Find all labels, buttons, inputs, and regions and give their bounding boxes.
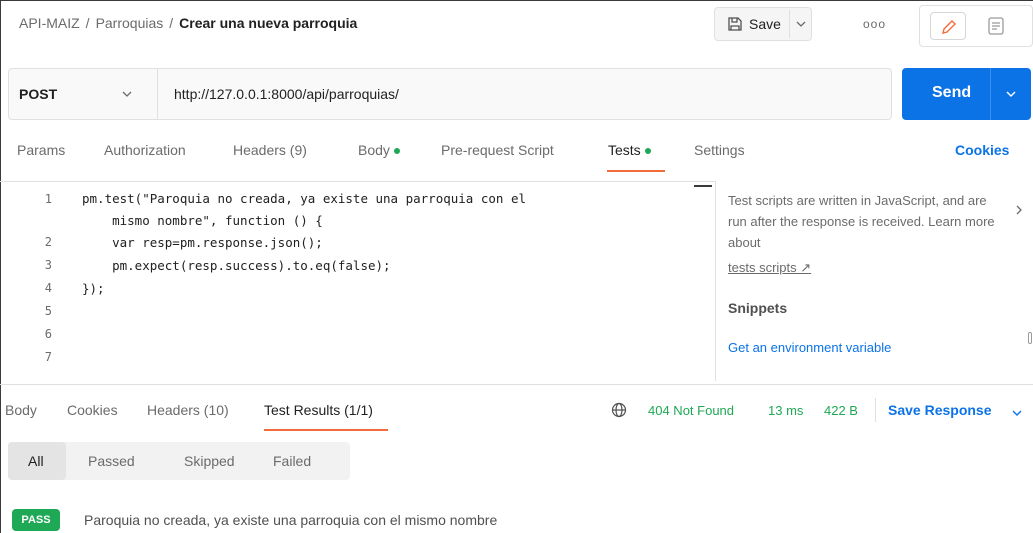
- save-button-label: Save: [749, 16, 781, 32]
- chevron-down-icon[interactable]: [121, 88, 133, 100]
- save-response-button[interactable]: Save Response: [888, 402, 992, 418]
- tests-info-panel: Test scripts are written in JavaScript, …: [728, 190, 1008, 355]
- breadcrumb-folder[interactable]: Parroquias: [96, 15, 164, 31]
- snippets-title: Snippets: [728, 300, 788, 316]
- cookies-link[interactable]: Cookies: [955, 142, 1009, 158]
- filter-all[interactable]: All: [28, 453, 44, 469]
- response-tab-cookies[interactable]: Cookies: [67, 402, 118, 418]
- divider: [789, 10, 790, 38]
- url-input[interactable]: http://127.0.0.1:8000/api/parroquias/: [174, 86, 399, 102]
- tests-scripts-link[interactable]: tests scripts ↗: [728, 260, 811, 276]
- line-number: 2: [44, 235, 52, 249]
- test-results-filter: All Passed Skipped Failed: [8, 442, 350, 480]
- response-tab-body[interactable]: Body: [5, 402, 37, 418]
- status-dot: [393, 148, 400, 155]
- filter-passed[interactable]: Passed: [88, 453, 135, 469]
- code-line: pm.expect(resp.success).to.eq(false);: [82, 258, 391, 273]
- active-tab-indicator: [264, 429, 388, 431]
- line-number: 6: [44, 327, 52, 341]
- line-number: 4: [44, 281, 52, 295]
- method-select[interactable]: POST: [19, 86, 57, 102]
- breadcrumb: API-MAIZ / Parroquias / Crear una nueva parr…: [19, 15, 357, 31]
- response-time[interactable]: 13 ms: [768, 403, 803, 418]
- test-result-name: Paroquia no creada, ya existe una parroq…: [84, 512, 498, 528]
- divider: [990, 68, 991, 120]
- breadcrumb-separator: /: [169, 15, 174, 31]
- save-icon: [728, 17, 742, 31]
- tab-body-label: Body: [358, 142, 390, 158]
- tab-settings[interactable]: Settings: [694, 142, 745, 158]
- request-header: API-MAIZ / Parroquias / Crear una nueva parr…: [1, 1, 1033, 53]
- tab-pre-request-script[interactable]: Pre-request Script: [441, 142, 554, 158]
- line-number: 5: [44, 304, 52, 318]
- divider: [0, 384, 1033, 385]
- chevron-down-icon[interactable]: [1005, 88, 1017, 100]
- tests-description: Test scripts are written in JavaScript, …: [728, 193, 995, 250]
- test-script-editor[interactable]: 1 2 3 4 5 6 7 pm.test("Paroquia no cread…: [0, 181, 716, 381]
- tab-body[interactable]: Body: [358, 142, 400, 158]
- response-size[interactable]: 422 B: [824, 403, 858, 418]
- code-line: var resp=pm.response.json();: [82, 235, 323, 250]
- edit-button[interactable]: [930, 12, 966, 40]
- save-button[interactable]: Save: [714, 7, 812, 41]
- pencil-icon: [942, 20, 956, 34]
- filter-skipped[interactable]: Skipped: [184, 453, 235, 469]
- more-actions-button[interactable]: ooo: [863, 17, 886, 31]
- line-number: 3: [44, 258, 52, 272]
- documentation-icon[interactable]: [986, 16, 1006, 36]
- code-line: });: [82, 281, 105, 296]
- tab-authorization[interactable]: Authorization: [104, 142, 186, 158]
- chevron-down-icon[interactable]: [795, 18, 807, 30]
- status-badge: PASS: [12, 509, 60, 531]
- divider: [875, 398, 876, 422]
- response-tab-test-results[interactable]: Test Results (1/1): [264, 402, 373, 418]
- response-status[interactable]: 404 Not Found: [648, 403, 734, 418]
- send-button[interactable]: Send: [902, 68, 1031, 120]
- tab-tests-label: Tests: [608, 142, 641, 158]
- status-dot: [644, 148, 651, 155]
- right-toolbar: [919, 5, 1033, 47]
- line-number: 7: [44, 350, 52, 364]
- code-line: mismo nombre", function () {: [82, 213, 323, 228]
- response-tab-headers[interactable]: Headers (10): [147, 402, 229, 418]
- active-tab-indicator: [607, 170, 665, 172]
- request-tabs: Params Authorization Headers (9) Body Pr…: [0, 142, 1033, 172]
- globe-icon[interactable]: [611, 402, 627, 418]
- line-number: 1: [44, 192, 52, 206]
- breadcrumb-separator: /: [85, 15, 90, 31]
- divider: [157, 69, 158, 119]
- request-url-bar: POST http://127.0.0.1:8000/api/parroquia…: [8, 68, 892, 120]
- tab-tests[interactable]: Tests: [608, 142, 651, 158]
- send-button-label: Send: [932, 84, 972, 101]
- editor-scrollbar[interactable]: [694, 185, 712, 187]
- snippet-item[interactable]: Get an environment variable: [728, 340, 891, 355]
- code-line: pm.test("Paroquia no creada, ya existe u…: [82, 191, 527, 206]
- resize-handle[interactable]: [1028, 332, 1032, 344]
- breadcrumb-request-name[interactable]: Crear una nueva parroquia: [179, 15, 357, 31]
- tab-params[interactable]: Params: [17, 142, 65, 158]
- chevron-down-icon[interactable]: [1011, 407, 1023, 419]
- filter-failed[interactable]: Failed: [273, 453, 311, 469]
- breadcrumb-collection[interactable]: API-MAIZ: [19, 15, 80, 31]
- chevron-right-icon[interactable]: [1013, 204, 1025, 216]
- tab-headers[interactable]: Headers (9): [233, 142, 307, 158]
